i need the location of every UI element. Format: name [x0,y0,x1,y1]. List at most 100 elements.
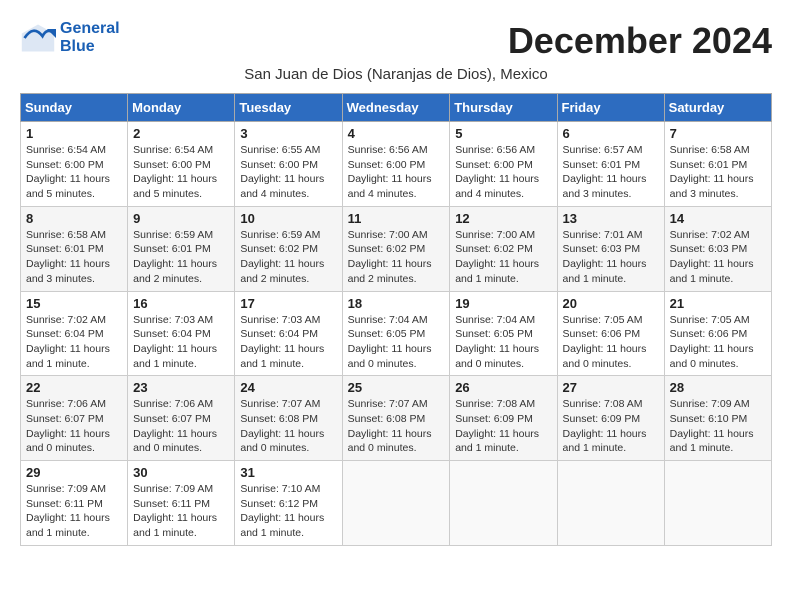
calendar-header-monday: Monday [128,94,235,122]
calendar-cell: 10 Sunrise: 6:59 AMSunset: 6:02 PMDayligh… [235,206,342,291]
day-number: 31 [240,465,336,480]
calendar-week-row: 29 Sunrise: 7:09 AMSunset: 6:11 PMDayligh… [21,461,772,546]
calendar-cell [450,461,557,546]
calendar-cell: 22 Sunrise: 7:06 AMSunset: 6:07 PMDayligh… [21,376,128,461]
logo-general-text: General [60,20,120,38]
day-number: 24 [240,380,336,395]
calendar-cell: 23Sunrise: 7:06 AMSunset: 6:07 PMDayligh… [128,376,235,461]
calendar-cell: 18 Sunrise: 7:04 AMSunset: 6:05 PMDayligh… [342,291,450,376]
day-number: 10 [240,211,336,226]
calendar-cell: 29 Sunrise: 7:09 AMSunset: 6:11 PMDayligh… [21,461,128,546]
calendar-cell: 13 Sunrise: 7:01 AMSunset: 6:03 PMDayligh… [557,206,664,291]
calendar-header-thursday: Thursday [450,94,557,122]
day-number: 27 [563,380,659,395]
calendar-week-row: 22 Sunrise: 7:06 AMSunset: 6:07 PMDayligh… [21,376,772,461]
day-info: Sunrise: 7:04 AMSunset: 6:05 PMDaylight:… [455,313,551,372]
day-info: Sunrise: 7:05 AMSunset: 6:06 PMDaylight:… [563,313,659,372]
day-info: Sunrise: 6:56 AMSunset: 6:00 PMDaylight:… [348,143,445,202]
calendar-cell: 4 Sunrise: 6:56 AMSunset: 6:00 PMDaylight… [342,122,450,207]
day-info: Sunrise: 7:00 AMSunset: 6:02 PMDaylight:… [455,228,551,287]
day-info: Sunrise: 7:07 AMSunset: 6:08 PMDaylight:… [240,397,336,456]
calendar-cell: 24 Sunrise: 7:07 AMSunset: 6:08 PMDayligh… [235,376,342,461]
day-number: 30 [133,465,229,480]
calendar-cell: 15 Sunrise: 7:02 AMSunset: 6:04 PMDayligh… [21,291,128,376]
day-info: Sunrise: 7:02 AMSunset: 6:04 PMDaylight:… [26,313,122,372]
calendar-cell [557,461,664,546]
calendar-header-friday: Friday [557,94,664,122]
day-info: Sunrise: 7:07 AMSunset: 6:08 PMDaylight:… [348,397,445,456]
calendar-cell [342,461,450,546]
day-number: 1 [26,126,122,141]
day-info: Sunrise: 7:03 AMSunset: 6:04 PMDaylight:… [133,313,229,372]
day-number: 29 [26,465,122,480]
calendar-cell: 12 Sunrise: 7:00 AMSunset: 6:02 PMDayligh… [450,206,557,291]
day-number: 13 [563,211,659,226]
calendar-cell: 19Sunrise: 7:04 AMSunset: 6:05 PMDayligh… [450,291,557,376]
day-info: Sunrise: 7:09 AMSunset: 6:11 PMDaylight:… [133,482,229,541]
day-info: Sunrise: 6:54 AMSunset: 6:00 PMDaylight:… [26,143,122,202]
calendar-cell: 16 Sunrise: 7:03 AMSunset: 6:04 PMDayligh… [128,291,235,376]
day-number: 11 [348,211,445,226]
calendar-header-saturday: Saturday [664,94,771,122]
month-title: December 2024 [508,20,772,62]
day-number: 17 [240,296,336,311]
calendar-header-sunday: Sunday [21,94,128,122]
calendar-cell: 5Sunrise: 6:56 AMSunset: 6:00 PMDaylight… [450,122,557,207]
logo-icon [20,20,56,56]
calendar-week-row: 8 Sunrise: 6:58 AMSunset: 6:01 PMDaylight… [21,206,772,291]
day-info: Sunrise: 7:08 AMSunset: 6:09 PMDaylight:… [455,397,551,456]
calendar-cell: 28 Sunrise: 7:09 AMSunset: 6:10 PMDayligh… [664,376,771,461]
day-number: 20 [563,296,659,311]
day-info: Sunrise: 7:04 AMSunset: 6:05 PMDaylight:… [348,313,445,372]
day-info: Sunrise: 7:01 AMSunset: 6:03 PMDaylight:… [563,228,659,287]
day-info: Sunrise: 6:54 AMSunset: 6:00 PMDaylight:… [133,143,229,202]
calendar-cell: 14Sunrise: 7:02 AMSunset: 6:03 PMDayligh… [664,206,771,291]
day-info: Sunrise: 7:06 AMSunset: 6:07 PMDaylight:… [26,397,122,456]
location-subtitle: San Juan de Dios (Naranjas de Dios), Mex… [20,66,772,83]
calendar-week-row: 1 Sunrise: 6:54 AMSunset: 6:00 PMDaylight… [21,122,772,207]
logo: General Blue [20,20,120,56]
day-info: Sunrise: 6:59 AMSunset: 6:02 PMDaylight:… [240,228,336,287]
calendar-cell [664,461,771,546]
calendar-cell: 11 Sunrise: 7:00 AMSunset: 6:02 PMDayligh… [342,206,450,291]
day-number: 6 [563,126,659,141]
page-header: General Blue December 2024 [20,20,772,62]
calendar-cell: 21Sunrise: 7:05 AMSunset: 6:06 PMDayligh… [664,291,771,376]
calendar-cell: 3 Sunrise: 6:55 AMSunset: 6:00 PMDaylight… [235,122,342,207]
day-info: Sunrise: 6:55 AMSunset: 6:00 PMDaylight:… [240,143,336,202]
day-number: 15 [26,296,122,311]
day-info: Sunrise: 6:58 AMSunset: 6:01 PMDaylight:… [670,143,766,202]
day-info: Sunrise: 7:09 AMSunset: 6:11 PMDaylight:… [26,482,122,541]
day-info: Sunrise: 7:00 AMSunset: 6:02 PMDaylight:… [348,228,445,287]
day-number: 7 [670,126,766,141]
day-number: 18 [348,296,445,311]
logo-blue-text: Blue [60,38,120,56]
day-number: 2 [133,126,229,141]
day-number: 8 [26,211,122,226]
day-info: Sunrise: 6:57 AMSunset: 6:01 PMDaylight:… [563,143,659,202]
day-number: 22 [26,380,122,395]
day-number: 23 [133,380,229,395]
calendar-table: SundayMondayTuesdayWednesdayThursdayFrid… [20,93,772,546]
calendar-cell: 25 Sunrise: 7:07 AMSunset: 6:08 PMDayligh… [342,376,450,461]
day-number: 28 [670,380,766,395]
day-number: 12 [455,211,551,226]
calendar-cell: 9Sunrise: 6:59 AMSunset: 6:01 PMDaylight… [128,206,235,291]
calendar-cell: 1 Sunrise: 6:54 AMSunset: 6:00 PMDaylight… [21,122,128,207]
calendar-cell: 17Sunrise: 7:03 AMSunset: 6:04 PMDayligh… [235,291,342,376]
calendar-cell: 26 Sunrise: 7:08 AMSunset: 6:09 PMDayligh… [450,376,557,461]
calendar-cell: 27Sunrise: 7:08 AMSunset: 6:09 PMDayligh… [557,376,664,461]
day-number: 26 [455,380,551,395]
day-info: Sunrise: 6:58 AMSunset: 6:01 PMDaylight:… [26,228,122,287]
day-number: 4 [348,126,445,141]
calendar-cell: 2 Sunrise: 6:54 AMSunset: 6:00 PMDaylight… [128,122,235,207]
day-info: Sunrise: 7:10 AMSunset: 6:12 PMDaylight:… [240,482,336,541]
day-number: 16 [133,296,229,311]
day-number: 3 [240,126,336,141]
calendar-week-row: 15 Sunrise: 7:02 AMSunset: 6:04 PMDayligh… [21,291,772,376]
calendar-header-wednesday: Wednesday [342,94,450,122]
day-number: 5 [455,126,551,141]
day-info: Sunrise: 7:09 AMSunset: 6:10 PMDaylight:… [670,397,766,456]
day-number: 25 [348,380,445,395]
calendar-cell: 30 Sunrise: 7:09 AMSunset: 6:11 PMDayligh… [128,461,235,546]
